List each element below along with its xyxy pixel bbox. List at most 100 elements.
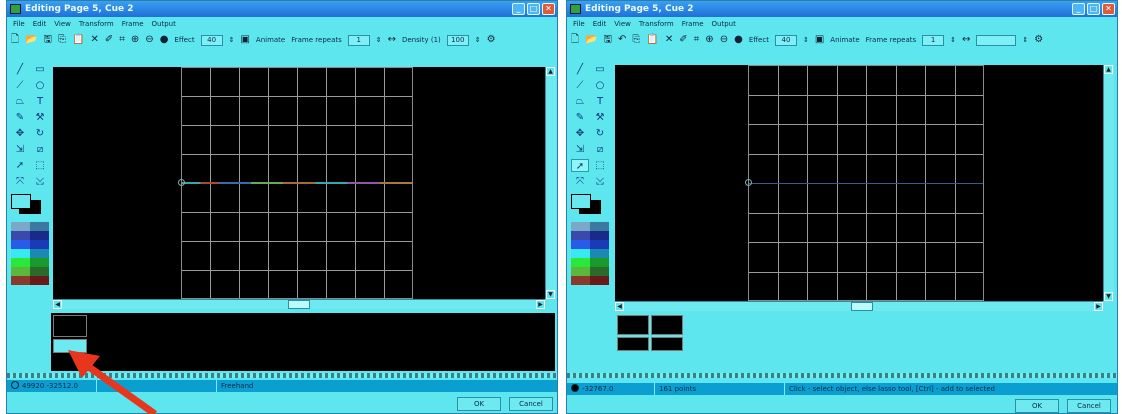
palette-color[interactable] bbox=[590, 276, 609, 285]
node-edit-tool-icon[interactable]: ⤩ bbox=[31, 175, 49, 188]
palette-color[interactable] bbox=[11, 276, 30, 285]
color-swatch-pair[interactable] bbox=[11, 194, 49, 216]
scroll-up-icon[interactable]: ▲ bbox=[1104, 65, 1113, 74]
magic-icon[interactable]: ✐ bbox=[679, 34, 687, 46]
paste-icon[interactable]: 📋 bbox=[646, 34, 658, 46]
color-palette[interactable] bbox=[571, 222, 611, 285]
menu-file[interactable]: File bbox=[573, 18, 585, 30]
cancel-button[interactable]: Cancel bbox=[509, 397, 553, 411]
color-palette[interactable] bbox=[11, 222, 51, 285]
origin-handle[interactable] bbox=[178, 179, 185, 186]
minimize-icon[interactable]: _ bbox=[1072, 3, 1085, 15]
ellipse-tool-icon[interactable]: ○ bbox=[31, 79, 49, 92]
scroll-right-icon[interactable]: ▶ bbox=[536, 300, 545, 309]
paint-tool-icon[interactable]: ⚒ bbox=[31, 111, 49, 124]
animate-label[interactable]: Animate bbox=[256, 36, 285, 44]
ok-button[interactable]: OK bbox=[457, 397, 501, 411]
palette-color[interactable] bbox=[590, 231, 609, 240]
polyline-tool-icon[interactable]: ⟋ bbox=[11, 79, 29, 92]
frame-thumbnail[interactable] bbox=[617, 337, 649, 351]
animate-icon[interactable]: ▣ bbox=[240, 34, 249, 46]
menu-file[interactable]: File bbox=[13, 18, 25, 30]
density-spinner[interactable]: ⇕ bbox=[1022, 36, 1028, 44]
palette-color[interactable] bbox=[571, 267, 590, 276]
settings-icon[interactable]: ⚙ bbox=[487, 34, 496, 46]
menu-output[interactable]: Output bbox=[152, 18, 176, 30]
palette-color[interactable] bbox=[571, 240, 590, 249]
ok-button[interactable]: OK bbox=[1015, 399, 1059, 413]
frame-thumbnail[interactable] bbox=[617, 315, 649, 335]
close-icon[interactable]: ✕ bbox=[1102, 3, 1115, 15]
scroll-thumb[interactable] bbox=[851, 302, 873, 311]
copy-icon[interactable]: ⎘ bbox=[632, 34, 640, 46]
palette-color[interactable] bbox=[30, 231, 49, 240]
palette-color[interactable] bbox=[11, 240, 30, 249]
frame-thumbnail[interactable] bbox=[651, 337, 683, 351]
drawing-canvas[interactable] bbox=[53, 67, 545, 299]
palette-color[interactable] bbox=[11, 231, 30, 240]
palette-color[interactable] bbox=[30, 222, 49, 231]
text-tool-icon[interactable]: T bbox=[591, 95, 609, 108]
menu-view[interactable]: View bbox=[54, 18, 71, 30]
scroll-down-icon[interactable]: ▼ bbox=[546, 290, 555, 299]
delete-icon[interactable]: ✕ bbox=[90, 34, 98, 46]
zoom-out-icon[interactable]: ⊖ bbox=[145, 34, 153, 46]
vertical-scrollbar[interactable]: ▲ ▼ bbox=[545, 67, 556, 299]
palette-color[interactable] bbox=[571, 222, 590, 231]
origin-handle[interactable] bbox=[745, 179, 752, 186]
menu-transform[interactable]: Transform bbox=[639, 18, 674, 30]
effect-spinner[interactable]: ⇕ bbox=[229, 36, 235, 44]
paint-tool-icon[interactable]: ⚒ bbox=[591, 111, 609, 124]
drawn-line[interactable] bbox=[749, 183, 983, 184]
density-field[interactable] bbox=[976, 34, 1017, 46]
palette-color[interactable] bbox=[571, 276, 590, 285]
palette-color[interactable] bbox=[590, 222, 609, 231]
scroll-thumb[interactable] bbox=[288, 300, 310, 309]
shear-tool-icon[interactable]: ⧄ bbox=[591, 143, 609, 156]
animate-label[interactable]: Animate bbox=[830, 36, 859, 44]
zoom-out-icon[interactable]: ⊖ bbox=[720, 34, 728, 46]
magic-icon[interactable]: ✐ bbox=[105, 34, 113, 46]
menu-view[interactable]: View bbox=[614, 18, 631, 30]
menu-edit[interactable]: Edit bbox=[593, 18, 607, 30]
rotate-tool-icon[interactable]: ↻ bbox=[31, 127, 49, 140]
undo-icon[interactable]: ↶ bbox=[618, 34, 626, 46]
palette-color[interactable] bbox=[571, 231, 590, 240]
palette-color[interactable] bbox=[571, 258, 590, 267]
rectangle-tool-icon[interactable]: ▭ bbox=[591, 63, 609, 76]
horizontal-scrollbar[interactable]: ◀ ▶ bbox=[615, 301, 1103, 311]
palette-color[interactable] bbox=[30, 258, 49, 267]
frame-repeats-field[interactable]: 1 bbox=[922, 34, 945, 46]
settings-icon[interactable]: ⚙ bbox=[1034, 34, 1043, 46]
text-tool-icon[interactable]: T bbox=[31, 95, 49, 108]
menu-edit[interactable]: Edit bbox=[33, 18, 47, 30]
cancel-button[interactable]: Cancel bbox=[1067, 399, 1111, 413]
vertical-scrollbar[interactable]: ▲ ▼ bbox=[1103, 65, 1114, 301]
polyline-tool-icon[interactable]: ⟋ bbox=[571, 79, 589, 92]
scroll-left-icon[interactable]: ◀ bbox=[53, 300, 62, 309]
node-tool-icon[interactable]: ⤧ bbox=[11, 175, 29, 188]
menu-frame[interactable]: Frame bbox=[122, 18, 144, 30]
freehand-tool-icon[interactable]: ✎ bbox=[571, 111, 589, 124]
palette-color[interactable] bbox=[590, 267, 609, 276]
palette-color[interactable] bbox=[30, 240, 49, 249]
palette-color[interactable] bbox=[590, 240, 609, 249]
select-tool-icon[interactable]: ➚ bbox=[571, 159, 589, 172]
line-tool-icon[interactable]: ╱ bbox=[571, 63, 589, 76]
effect-icon[interactable]: ● bbox=[734, 34, 743, 46]
drawing-canvas[interactable] bbox=[615, 65, 1103, 301]
lasso-icon[interactable]: ⌗ bbox=[119, 34, 125, 46]
open-icon[interactable]: 📂 bbox=[585, 34, 597, 46]
scroll-up-icon[interactable]: ▲ bbox=[546, 67, 555, 76]
copy-icon[interactable]: ⎘ bbox=[58, 34, 66, 46]
node-edit-tool-icon[interactable]: ⤩ bbox=[591, 175, 609, 188]
lasso-select-tool-icon[interactable]: ⬚ bbox=[31, 159, 49, 172]
new-icon[interactable]: 🗋 bbox=[11, 34, 19, 46]
paste-icon[interactable]: 📋 bbox=[72, 34, 84, 46]
palette-color[interactable] bbox=[11, 249, 30, 258]
effect-icon[interactable]: ● bbox=[160, 34, 169, 46]
frame-thumbnail[interactable] bbox=[651, 315, 683, 335]
zoom-in-icon[interactable]: ⊕ bbox=[131, 34, 139, 46]
menu-output[interactable]: Output bbox=[712, 18, 736, 30]
freehand-tool-icon[interactable]: ✎ bbox=[11, 111, 29, 124]
